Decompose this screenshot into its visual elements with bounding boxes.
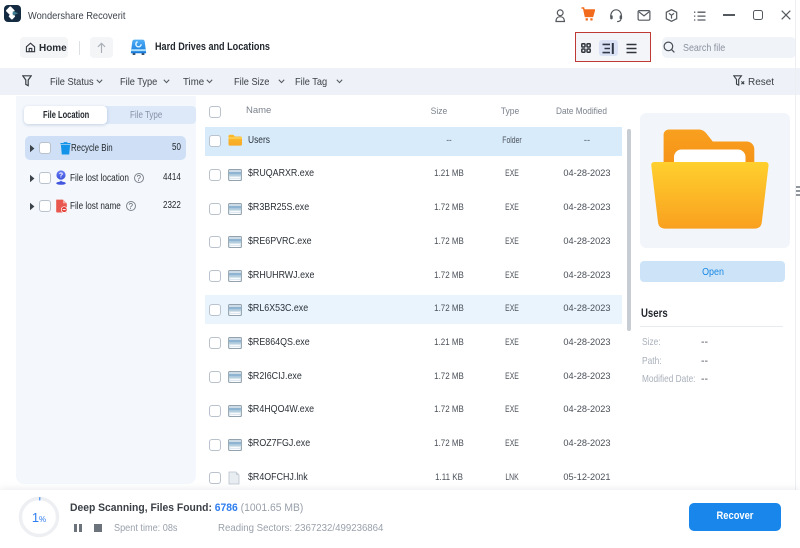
svg-text:?: ? bbox=[58, 173, 62, 180]
